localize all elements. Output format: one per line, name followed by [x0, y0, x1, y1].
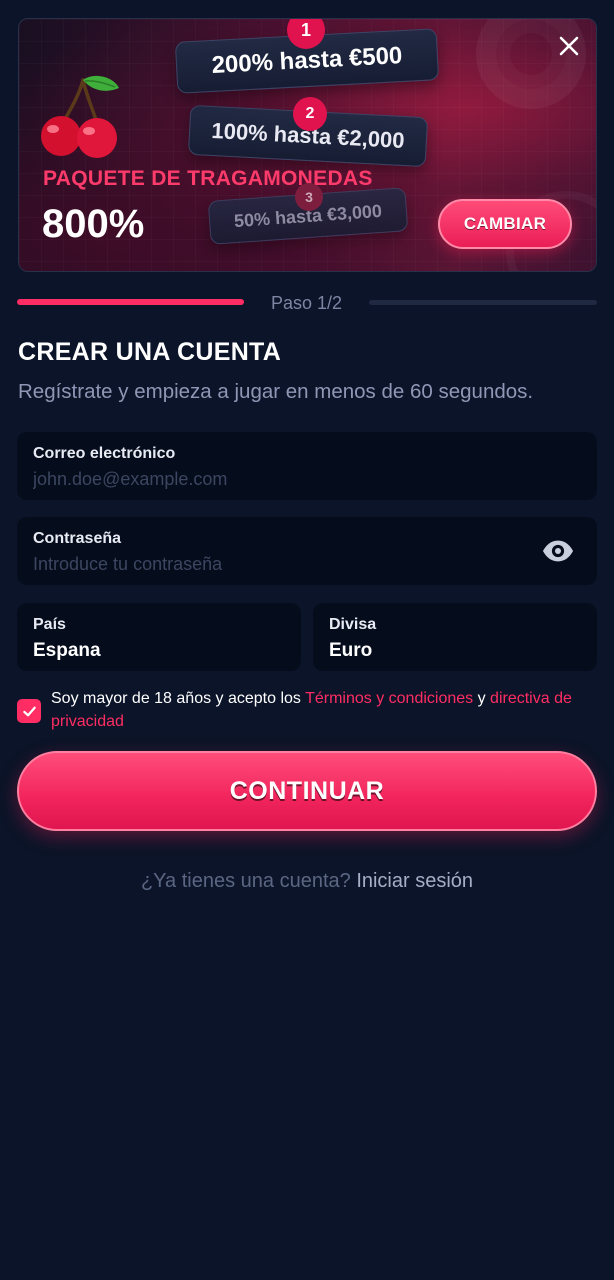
login-link[interactable]: Iniciar sesión — [356, 870, 473, 892]
bonus-tier-number: 3 — [295, 183, 323, 211]
terms-checkbox[interactable] — [17, 699, 41, 723]
terms-text-and: y — [473, 690, 491, 707]
change-bonus-button[interactable]: CAMBIAR — [438, 199, 572, 249]
page-title: CREAR UNA CUENTA — [18, 338, 282, 366]
close-icon — [559, 36, 579, 56]
terms-text: Soy mayor de 18 años y acepto los Términ… — [51, 687, 601, 733]
currency-label: Divisa — [329, 616, 377, 633]
country-label: País — [33, 616, 66, 633]
signup-page: 50% hasta €3,000 3 100% hasta €2,000 2 2… — [0, 0, 614, 1280]
step-progress-inactive — [369, 300, 597, 305]
login-prompt-line: ¿Ya tienes una cuenta? Iniciar sesión — [0, 870, 614, 893]
terms-text-before: Soy mayor de 18 años y acepto los — [51, 690, 306, 707]
step-progress-active — [17, 299, 244, 305]
password-label: Contraseña — [33, 530, 122, 547]
email-label: Correo electrónico — [33, 445, 176, 462]
currency-select[interactable]: Divisa Euro — [313, 603, 597, 671]
promo-percent: 800% — [42, 202, 145, 246]
email-field[interactable]: Correo electrónico — [17, 432, 597, 500]
cherry-icon — [41, 75, 119, 158]
login-prompt: ¿Ya tienes una cuenta? — [140, 870, 351, 892]
terms-link[interactable]: Términos y condiciones — [305, 690, 473, 707]
checkmark-icon — [22, 706, 36, 716]
password-input[interactable] — [33, 554, 533, 575]
bonus-tier-number: 2 — [293, 97, 327, 131]
promo-banner: 50% hasta €3,000 3 100% hasta €2,000 2 2… — [18, 18, 597, 272]
step-label: Paso 1/2 — [270, 293, 343, 313]
close-button[interactable] — [550, 27, 588, 65]
eye-icon — [542, 540, 574, 562]
promo-title: PAQUETE DE TRAGAMONEDAS — [43, 167, 373, 190]
password-field[interactable]: Contraseña — [17, 517, 597, 585]
country-value: Espana — [33, 640, 101, 661]
currency-value: Euro — [329, 640, 373, 661]
country-select[interactable]: País Espana — [17, 603, 301, 671]
continue-button[interactable]: CONTINUAR — [17, 751, 597, 831]
show-password-button[interactable] — [541, 537, 575, 565]
page-subtitle: Regístrate y empieza a jugar en menos de… — [18, 380, 534, 403]
email-input[interactable] — [33, 469, 581, 490]
